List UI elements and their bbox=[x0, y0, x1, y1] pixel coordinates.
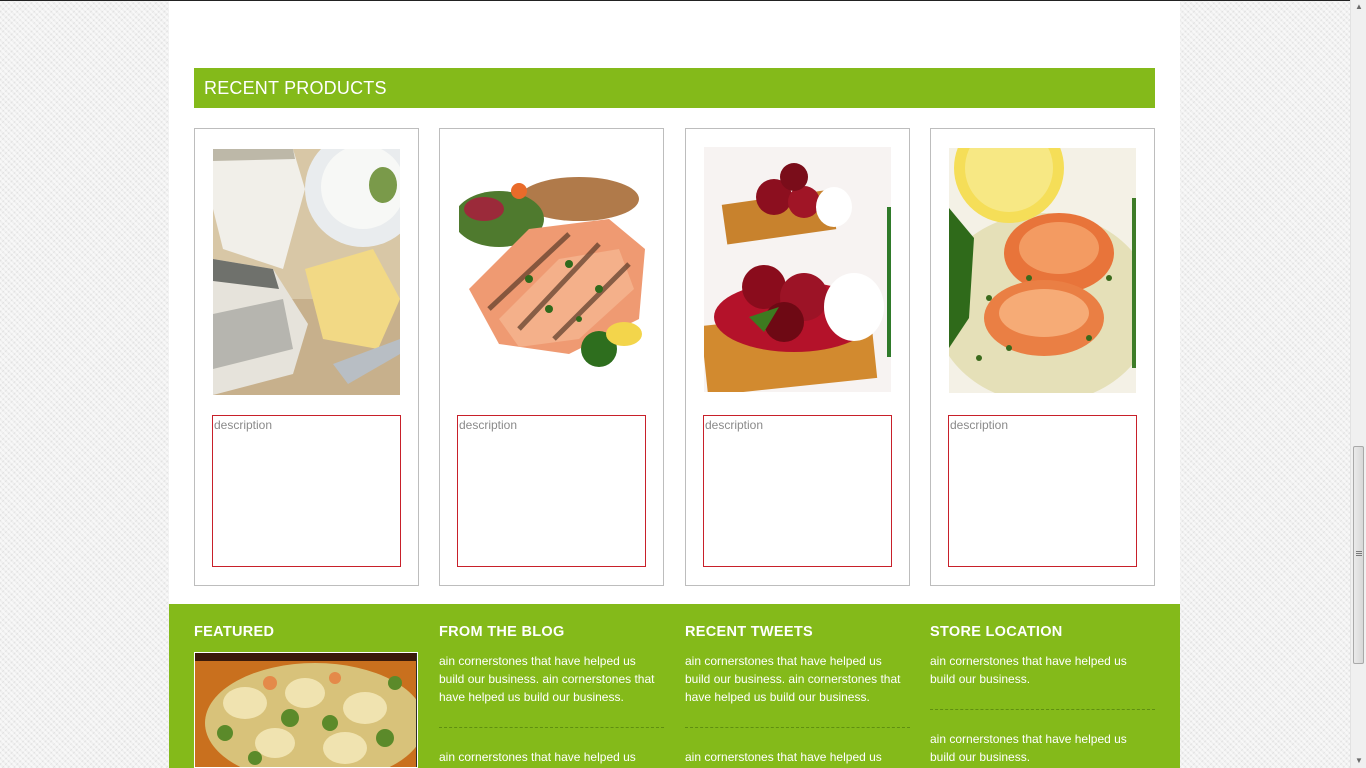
product-card[interactable]: description bbox=[194, 128, 419, 586]
page-content: RECENT PRODUCTS description description … bbox=[169, 1, 1180, 768]
product-card[interactable]: description bbox=[930, 128, 1155, 586]
tweet-item[interactable]: ain cornerstones that have helped us bbox=[685, 748, 910, 766]
grilled-salmon-image[interactable] bbox=[459, 169, 645, 377]
description-field[interactable]: description bbox=[703, 415, 892, 567]
description-field[interactable]: description bbox=[212, 415, 401, 567]
footer: FEATURED FROM THE BLOG ain cornerstones … bbox=[169, 604, 1180, 768]
cherry-dessert-image[interactable] bbox=[704, 147, 891, 392]
product-card[interactable]: description bbox=[439, 128, 664, 586]
divider bbox=[439, 727, 664, 728]
store-location-text: ain cornerstones that have helped us bui… bbox=[930, 732, 1127, 764]
divider bbox=[685, 727, 910, 728]
divider bbox=[930, 709, 1155, 710]
description-field[interactable]: description bbox=[948, 415, 1137, 567]
grilled-shrimp-image[interactable] bbox=[949, 148, 1136, 393]
blog-post[interactable]: ain cornerstones that have helped us bui… bbox=[439, 652, 664, 706]
store-location-text: ain cornerstones that have helped us bui… bbox=[930, 654, 1127, 686]
blog-post[interactable]: ain cornerstones that have helped us bbox=[439, 748, 664, 766]
recent-products-heading: RECENT PRODUCTS bbox=[194, 68, 1155, 108]
grip-icon bbox=[1356, 551, 1362, 557]
product-card[interactable]: description bbox=[685, 128, 910, 586]
tweets-heading: RECENT TWEETS bbox=[685, 624, 813, 640]
featured-image[interactable] bbox=[194, 652, 418, 768]
store-location-heading: STORE LOCATION bbox=[930, 624, 1063, 640]
scroll-thumb[interactable] bbox=[1353, 446, 1364, 664]
tweet-item[interactable]: ain cornerstones that have helped us bui… bbox=[685, 652, 910, 706]
scroll-down-arrow-icon[interactable]: ▼ bbox=[1351, 754, 1366, 768]
blog-heading: FROM THE BLOG bbox=[439, 624, 565, 640]
scroll-up-arrow-icon[interactable]: ▲ bbox=[1351, 0, 1366, 14]
vertical-scrollbar[interactable]: ▲ ▼ bbox=[1350, 0, 1366, 768]
featured-heading: FEATURED bbox=[194, 624, 275, 640]
description-field[interactable]: description bbox=[457, 415, 646, 567]
cheese-plate-image[interactable] bbox=[213, 149, 400, 395]
